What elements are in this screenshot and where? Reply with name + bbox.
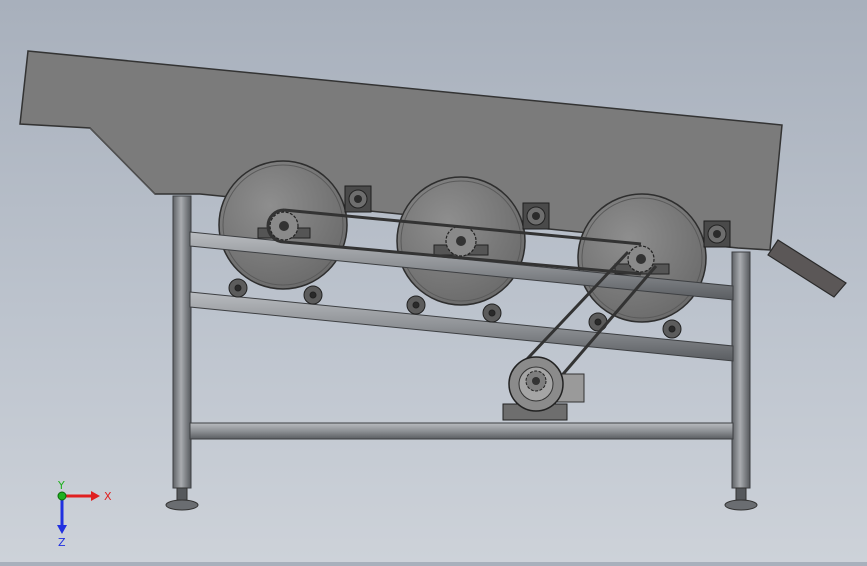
bottom-cross-member	[189, 422, 734, 440]
discharge-chute	[767, 239, 847, 298]
drive-motor	[502, 356, 585, 421]
coordinate-triad: X Y Z	[57, 479, 112, 549]
cad-viewport[interactable]: X Y Z	[0, 0, 867, 562]
z-axis-arrowhead	[57, 525, 67, 534]
bearing-block-3	[703, 220, 731, 248]
assembly-drawing: X Y Z	[19, 50, 847, 549]
x-axis-label: X	[104, 490, 112, 503]
y-axis-dot	[57, 491, 67, 501]
z-axis-label: Z	[58, 536, 66, 549]
y-axis-label: Y	[57, 479, 65, 492]
bearing-block-2	[522, 202, 550, 230]
x-axis-arrowhead	[91, 491, 100, 501]
bearing-block-1	[344, 185, 372, 213]
